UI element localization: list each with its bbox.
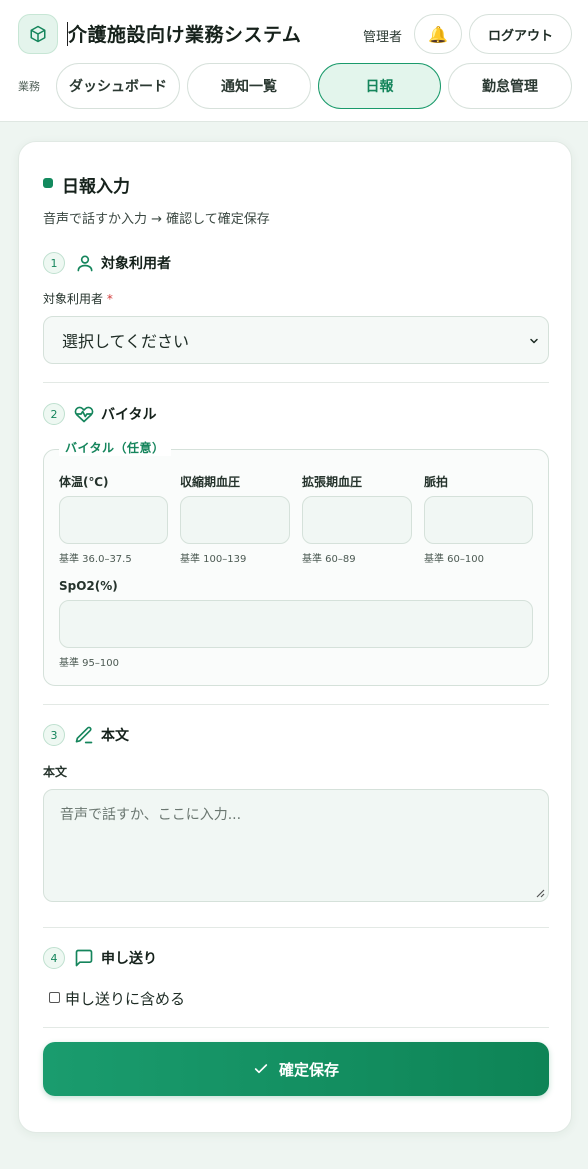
nav-label: 業務 — [18, 80, 40, 93]
tab-daily-report[interactable]: 日報 — [318, 63, 441, 109]
notification-button[interactable]: 🔔 — [414, 14, 462, 54]
body-textarea[interactable]: 音声で話すか、ここに入力... — [43, 789, 549, 902]
temp-hint: 基準 36.0–37.5 — [59, 554, 132, 565]
title-marker — [43, 178, 53, 188]
app-header: 介護施設向け業務システム 管理者 🔔 ログアウト 業務 ダッシュボード 通知一覧… — [0, 0, 588, 122]
handover-checkbox-label[interactable]: 申し送りに含める — [65, 988, 185, 1009]
step-number: 4 — [43, 947, 65, 969]
textarea-placeholder: 音声で話すか、ここに入力... — [60, 807, 242, 823]
vitals-legend: バイタル（任意） — [59, 439, 171, 456]
pencil-icon — [75, 726, 93, 744]
step-title: 申し送り — [101, 951, 157, 967]
step-title: バイタル — [101, 407, 157, 423]
pulse-label: 脈拍 — [424, 475, 449, 489]
body-label: 本文 — [43, 765, 68, 779]
handover-checkbox[interactable] — [49, 992, 60, 1003]
chevron-down-icon — [530, 338, 538, 344]
daily-report-card: 日報入力 音声で話すか入力 → 確認して確定保存 1 対象利用者 対象利用者 *… — [18, 141, 572, 1133]
systolic-input[interactable] — [180, 496, 290, 544]
step-title: 対象利用者 — [101, 256, 171, 272]
cube-icon — [30, 25, 46, 43]
logout-button[interactable]: ログアウト — [469, 14, 572, 54]
required-mark: * — [106, 292, 113, 306]
diastolic-hint: 基準 60–89 — [302, 554, 356, 565]
systolic-hint: 基準 100–139 — [180, 554, 247, 565]
diastolic-input[interactable] — [302, 496, 412, 544]
pulse-input[interactable] — [424, 496, 533, 544]
temp-label: 体温(℃) — [59, 475, 109, 489]
app-title: 介護施設向け業務システム — [68, 24, 302, 46]
divider — [43, 704, 549, 705]
step-number: 3 — [43, 724, 65, 746]
user-icon — [77, 255, 93, 272]
temp-input[interactable] — [59, 496, 168, 544]
step-number: 2 — [43, 403, 65, 425]
tab-dashboard[interactable]: ダッシュボード — [56, 63, 180, 109]
subject-label: 対象利用者 * — [43, 292, 113, 306]
user-role: 管理者 — [363, 30, 403, 45]
app-logo[interactable] — [18, 14, 58, 54]
save-button[interactable]: 確定保存 — [43, 1042, 549, 1096]
spo2-label: SpO2(%) — [59, 579, 118, 593]
subject-select[interactable]: 選択してください — [43, 316, 549, 364]
divider — [43, 1027, 549, 1028]
select-value: 選択してください — [62, 332, 190, 351]
resize-grip-icon[interactable] — [536, 889, 545, 898]
heart-pulse-icon — [74, 406, 94, 423]
spo2-hint: 基準 95–100 — [59, 658, 119, 669]
tab-attendance[interactable]: 勤怠管理 — [448, 63, 572, 109]
card-title: 日報入力 — [62, 177, 130, 197]
tab-notifications[interactable]: 通知一覧 — [187, 63, 311, 109]
step-number: 1 — [43, 252, 65, 274]
card-subtitle: 音声で話すか入力 → 確認して確定保存 — [43, 212, 270, 227]
spo2-input[interactable] — [59, 600, 533, 648]
save-button-label: 確定保存 — [278, 1060, 339, 1079]
divider — [43, 382, 549, 383]
diastolic-label: 拡張期血圧 — [302, 475, 363, 489]
systolic-label: 収縮期血圧 — [180, 475, 241, 489]
divider — [43, 927, 549, 928]
message-square-icon — [75, 949, 93, 967]
pulse-hint: 基準 60–100 — [424, 554, 484, 565]
vitals-fieldset — [43, 449, 549, 686]
step-title: 本文 — [101, 728, 129, 744]
check-icon — [254, 1064, 268, 1074]
bell-icon: 🔔 — [428, 24, 448, 44]
